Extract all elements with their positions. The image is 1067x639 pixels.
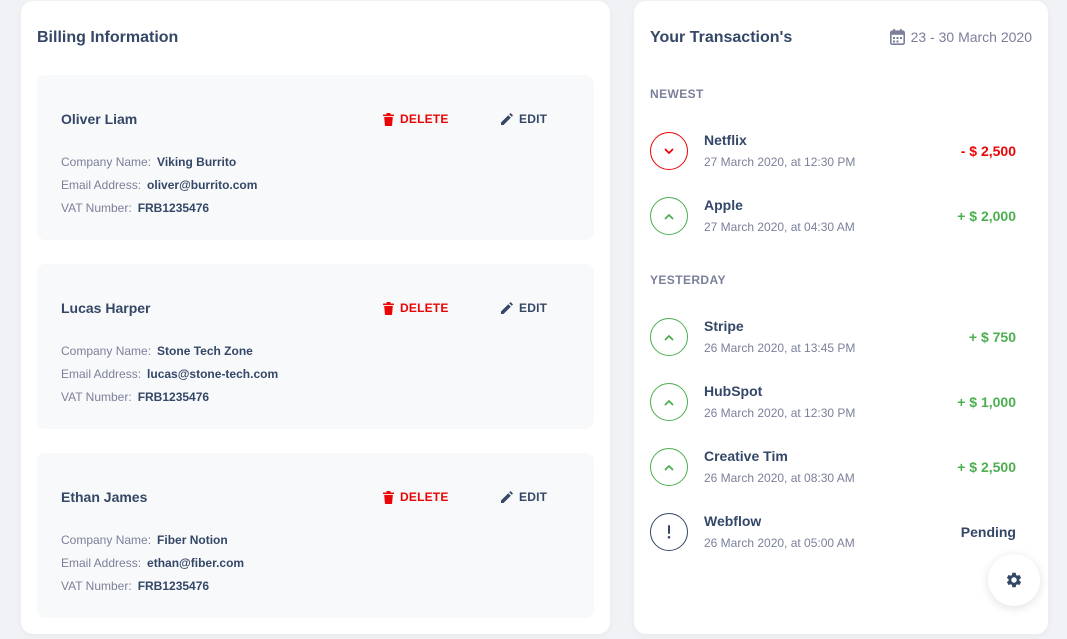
billing-name: Ethan James bbox=[61, 489, 148, 505]
company-value: Stone Tech Zone bbox=[157, 344, 253, 358]
exclamation-icon bbox=[650, 513, 688, 551]
company-value: Fiber Notion bbox=[157, 533, 228, 547]
edit-label: EDIT bbox=[519, 490, 548, 504]
company-value: Viking Burrito bbox=[157, 155, 237, 169]
trash-icon bbox=[383, 112, 394, 126]
date-range-text: 23 - 30 March 2020 bbox=[910, 29, 1032, 45]
date-range: 23 - 30 March 2020 bbox=[889, 29, 1032, 45]
transaction-row[interactable]: HubSpot 26 March 2020, at 12:30 PM + $ 1… bbox=[650, 383, 1016, 423]
transaction-date: 26 March 2020, at 08:30 AM bbox=[704, 471, 855, 485]
transaction-date: 26 March 2020, at 12:30 PM bbox=[704, 406, 856, 420]
transaction-date: 27 March 2020, at 12:30 PM bbox=[704, 155, 856, 169]
edit-button[interactable]: EDIT bbox=[501, 112, 547, 126]
pencil-icon bbox=[501, 113, 513, 125]
transaction-name: Netflix bbox=[704, 132, 747, 148]
edit-button[interactable]: EDIT bbox=[501, 301, 547, 315]
delete-button[interactable]: DELETE bbox=[383, 301, 449, 315]
billing-name: Lucas Harper bbox=[61, 300, 151, 316]
transaction-amount: + $ 2,500 bbox=[957, 459, 1016, 475]
vat-field: VAT Number: FRB1235476 bbox=[61, 390, 210, 404]
settings-button[interactable] bbox=[988, 554, 1040, 606]
chevron-up-icon bbox=[650, 383, 688, 421]
delete-button[interactable]: DELETE bbox=[383, 112, 449, 126]
section-label-newest: NEWEST bbox=[650, 87, 704, 101]
transaction-name: Stripe bbox=[704, 318, 744, 334]
edit-button[interactable]: EDIT bbox=[501, 490, 547, 504]
billing-title: Billing Information bbox=[37, 29, 179, 46]
transaction-row[interactable]: Webflow 26 March 2020, at 05:00 AM Pendi… bbox=[650, 513, 1016, 553]
transactions-card: Your Transaction's 23 - 30 March 2020 NE… bbox=[634, 1, 1048, 634]
company-field: Company Name: Viking Burrito bbox=[61, 155, 237, 169]
email-field: Email Address: oliver@burrito.com bbox=[61, 178, 258, 192]
company-field: Company Name: Stone Tech Zone bbox=[61, 344, 253, 358]
trash-icon bbox=[383, 301, 394, 315]
chevron-up-icon bbox=[650, 197, 688, 235]
transaction-row[interactable]: Netflix 27 March 2020, at 12:30 PM - $ 2… bbox=[650, 132, 1016, 172]
transaction-row[interactable]: Apple 27 March 2020, at 04:30 AM + $ 2,0… bbox=[650, 197, 1016, 237]
billing-information-card: Billing Information Oliver Liam DELETE E… bbox=[21, 1, 610, 634]
trash-icon bbox=[383, 490, 394, 504]
transaction-amount: - $ 2,500 bbox=[960, 143, 1016, 159]
email-field: Email Address: ethan@fiber.com bbox=[61, 556, 245, 570]
billing-item: Oliver Liam DELETE EDIT Company Name: Vik… bbox=[37, 75, 594, 240]
vat-value: FRB1235476 bbox=[137, 201, 210, 215]
email-field: Email Address: lucas@stone-tech.com bbox=[61, 367, 279, 381]
delete-label: DELETE bbox=[400, 301, 449, 315]
transaction-name: Webflow bbox=[704, 513, 762, 529]
transaction-amount: + $ 1,000 bbox=[957, 394, 1016, 410]
edit-label: EDIT bbox=[519, 301, 548, 315]
vat-field: VAT Number: FRB1235476 bbox=[61, 201, 210, 215]
vat-value: FRB1235476 bbox=[137, 390, 210, 404]
transaction-amount: + $ 2,000 bbox=[957, 208, 1016, 224]
billing-item: Ethan James DELETE EDIT Company Name: Fib… bbox=[37, 453, 594, 618]
vat-value: FRB1235476 bbox=[137, 579, 210, 593]
transaction-name: Creative Tim bbox=[704, 448, 788, 464]
transaction-row[interactable]: Stripe 26 March 2020, at 13:45 PM + $ 75… bbox=[650, 318, 1016, 358]
transaction-date: 26 March 2020, at 05:00 AM bbox=[704, 536, 855, 550]
gear-icon bbox=[1006, 572, 1022, 588]
delete-button[interactable]: DELETE bbox=[383, 490, 449, 504]
chevron-up-icon bbox=[650, 448, 688, 486]
section-label-yesterday: YESTERDAY bbox=[650, 273, 726, 287]
calendar-icon bbox=[889, 29, 905, 45]
transaction-name: HubSpot bbox=[704, 383, 763, 399]
transaction-date: 27 March 2020, at 04:30 AM bbox=[704, 220, 855, 234]
email-value: ethan@fiber.com bbox=[147, 556, 245, 570]
transactions-title: Your Transaction's bbox=[650, 29, 793, 46]
pencil-icon bbox=[501, 302, 513, 314]
billing-item: Lucas Harper DELETE EDIT Company Name: St… bbox=[37, 264, 594, 429]
email-value: lucas@stone-tech.com bbox=[147, 367, 279, 381]
chevron-up-icon bbox=[650, 318, 688, 356]
company-field: Company Name: Fiber Notion bbox=[61, 533, 228, 547]
transaction-row[interactable]: Creative Tim 26 March 2020, at 08:30 AM … bbox=[650, 448, 1016, 488]
email-value: oliver@burrito.com bbox=[147, 178, 258, 192]
transaction-date: 26 March 2020, at 13:45 PM bbox=[704, 341, 856, 355]
chevron-down-icon bbox=[650, 132, 688, 170]
edit-label: EDIT bbox=[519, 112, 548, 126]
vat-field: VAT Number: FRB1235476 bbox=[61, 579, 210, 593]
transaction-status: Pending bbox=[960, 524, 1016, 540]
transaction-amount: + $ 750 bbox=[968, 329, 1016, 345]
transaction-name: Apple bbox=[704, 197, 743, 213]
pencil-icon bbox=[501, 491, 513, 503]
billing-name: Oliver Liam bbox=[61, 111, 138, 127]
delete-label: DELETE bbox=[400, 490, 449, 504]
delete-label: DELETE bbox=[400, 112, 449, 126]
